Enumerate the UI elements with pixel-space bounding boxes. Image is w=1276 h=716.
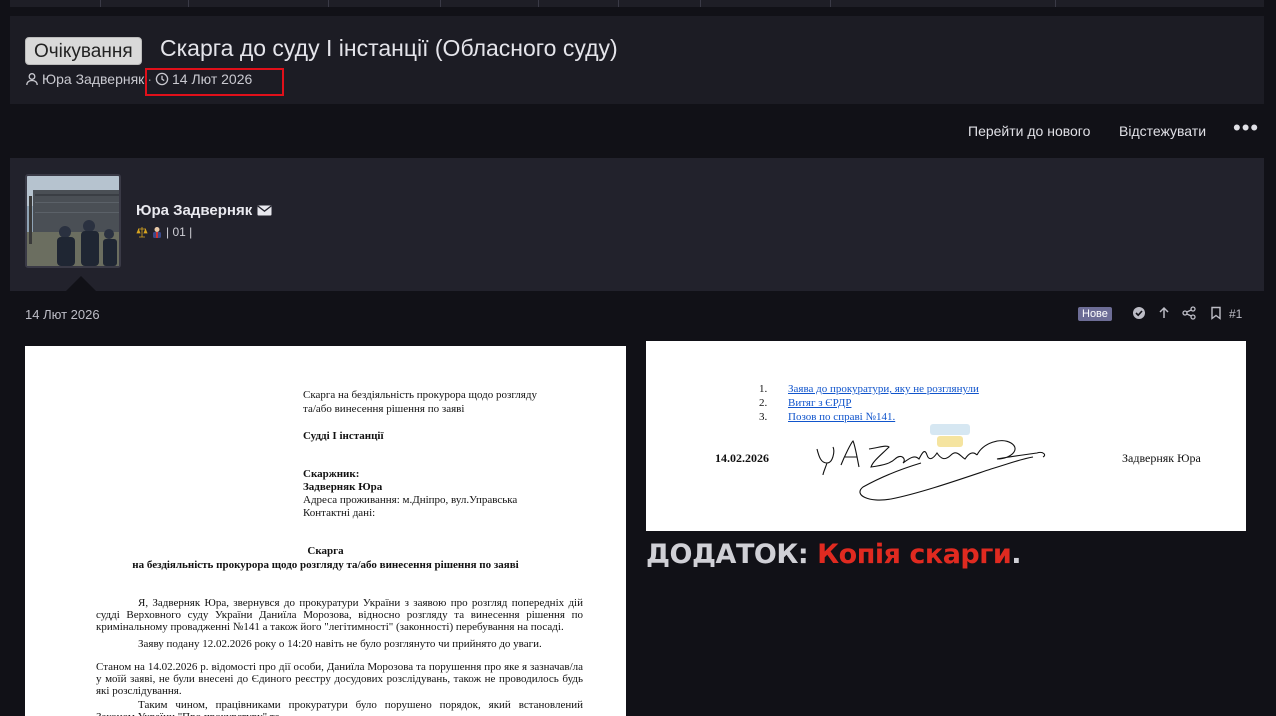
user-badge-text: | 01 | [166,225,193,239]
nav-separator [188,0,189,7]
top-nav-strip [10,0,1264,7]
annex-label: ДОДАТОК: [646,539,809,570]
document-image-1[interactable]: Скарга на бездіяльність прокурора щодо р… [25,346,626,716]
attachment-link[interactable]: Заява до прокуратури, яку не розглянули [788,383,979,395]
signer-name: Задверняк Юра [1122,451,1201,465]
post-username[interactable]: Юра Задверняк [136,202,272,219]
bookmark-icon[interactable] [1209,306,1223,320]
thread-author-link[interactable]: Юра Задверняк [42,71,144,87]
annex-dot: . [1011,539,1022,570]
doc-address: Адреса проживання: м.Дніпро, вул.Управсь… [303,494,518,506]
handwritten-signature [816,440,1046,501]
nav-separator [100,0,101,7]
attachment-num: 2. [759,397,768,409]
watch-button[interactable]: Відстежувати [1119,113,1206,149]
attachment-num: 1. [759,383,768,395]
post-header: 14 Лют 2026 Нове #1 [25,306,1251,324]
envelope-icon[interactable] [257,205,272,216]
doc-paragraph: Станом на 14.02.2026 р. відомості про ді… [96,661,583,697]
attachment-item: 3. Позов по справі №141. [759,411,895,423]
doc-complainant-label: Скаржник: [303,468,360,480]
attachment-num: 3. [759,411,768,423]
thread-actions: Перейти до нового Відстежувати ••• [10,113,1264,149]
doc-addressee: Судді І інстанції [303,430,384,442]
avatar[interactable] [25,174,121,268]
doc-paragraph: Таким чином, працівниками прокуратури бу… [96,699,583,716]
attachment-link[interactable]: Позов по справі №141. [788,411,895,423]
nav-separator [440,0,441,7]
annex-value: Копія скарги [817,539,1012,570]
attachment-item: 2. Витяг з ЄРДР [759,397,851,409]
more-options-icon[interactable]: ••• [1233,113,1259,149]
nav-separator [328,0,329,7]
doc-paragraph: Заяву подану 12.02.2026 року о 14:20 нав… [138,638,542,650]
doc-paragraph: Я, Задверняк Юра, звернувся до прокурату… [96,597,583,633]
goto-new-button[interactable]: Перейти до нового [968,113,1090,149]
doc-heading-line: Скарга на бездіяльність прокурора щодо р… [303,389,537,401]
scales-icon [136,227,148,238]
post-number-link[interactable]: #1 [1229,307,1242,321]
post-caret [66,276,96,291]
page-title: Скарга до суду І інстанції (Обласного су… [160,35,618,61]
nav-separator [1055,0,1056,7]
highlight-box [145,68,284,96]
judge-icon [153,227,161,238]
new-badge: Нове [1078,307,1112,321]
post-user-box: Юра Задверняк | 01 | [10,158,1264,291]
arrow-up-icon[interactable] [1157,306,1171,320]
doc-title: Скарга [307,545,344,557]
doc-contacts: Контактні дані: [303,507,376,519]
document-image-2[interactable]: 1. Заява до прокуратури, яку не розглянул… [646,341,1246,531]
nav-separator [830,0,831,7]
doc-subtitle: на бездіяльність прокурора щодо розгляду… [132,559,519,571]
avatar-photo [27,176,119,266]
nav-separator [700,0,701,7]
post-date-link[interactable]: 14 Лют 2026 [25,307,100,322]
doc-complainant-name: Задверняк Юра [303,481,383,493]
user-badges: | 01 | [136,225,192,239]
signature-date: 14.02.2026 [715,451,769,465]
reaction-check-icon[interactable] [1132,306,1146,320]
doc-heading-line: та/або винесення рішення по заяві [303,403,465,415]
annex-caption: ДОДАТОК: Копія скарги. [646,539,1022,570]
status-badge[interactable]: Очікування [25,37,142,65]
nav-separator [538,0,539,7]
attachment-link[interactable]: Витяг з ЄРДР [788,397,851,409]
user-icon [26,73,38,86]
nav-separator [618,0,619,7]
username-text[interactable]: Юра Задверняк [136,202,252,219]
share-icon[interactable] [1182,306,1196,320]
attachment-item: 1. Заява до прокуратури, яку не розглянул… [759,383,979,395]
